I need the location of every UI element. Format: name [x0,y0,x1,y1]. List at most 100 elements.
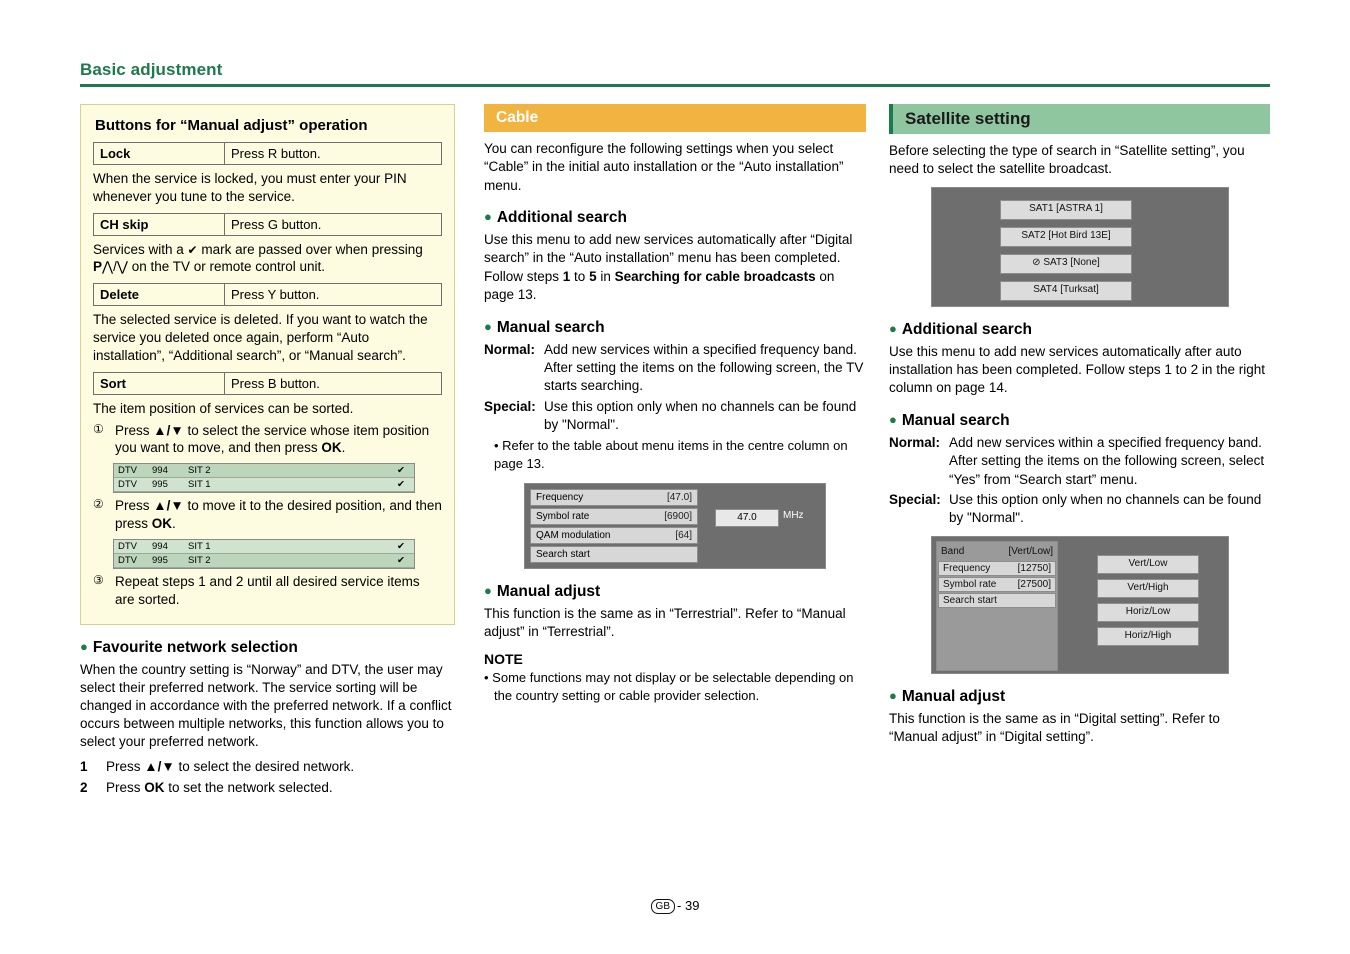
special-label: Special: [484,398,536,414]
column-center: Cable You can reconfigure the following … [484,104,866,705]
bullet-icon: ● [484,318,492,334]
screen-field-list: Frequency [47.0] Symbol rate [6900] QAM … [530,488,698,565]
page: Basic adjustment Buttons for “Manual adj… [0,0,1350,954]
step-text-b: to select the desired network. [174,759,355,775]
sat-manual-adjust-heading: ● Manual adjust [889,688,1270,706]
step-key-a: ▲/▼ [153,422,184,438]
band-option-vert-high: Vert/High [1097,578,1199,598]
step-text: Press ▲/▼ to select the desired network. [106,758,354,777]
step-text: Press OK to set the network selected. [106,779,333,798]
band-option-vert-low: Vert/Low [1097,554,1199,574]
table-row: DTV 995 SIT 2 ✔ [114,553,414,568]
satellite-manual-search-screen: Band [Vert/Low] Frequency [12750] Symbol… [931,535,1229,674]
heading-text: Additional search [901,320,1032,338]
sat2-button: SAT2 [Hot Bird 13E] [1000,226,1132,247]
table-row: CH skip Press G button. [93,212,442,236]
sat-additional-search-text: Use this menu to add new services automa… [889,343,1265,396]
sat-manual-adjust-text: This function is the same as in “Digital… [889,710,1220,744]
list-item: Symbol rate [27500] [938,576,1056,592]
step-text-c: . [172,515,176,531]
row-name: SIT 1 [188,479,211,491]
step-key: ▲/▼ [144,759,175,775]
normal-label: Normal: [889,434,941,450]
lock-value: Press R button. [224,142,442,165]
header-rule [80,84,1270,87]
heading-text: Manual search [496,318,605,336]
field-value: [47.0] [666,491,692,503]
table-row: Delete Press Y button. [93,283,442,307]
cable-normal-row: Normal: Add new services within a specif… [484,341,866,396]
prohibited-icon: ⊘ [1032,256,1041,268]
row-check-icon: ✔ [397,465,405,477]
sat-special-row: Special: Use this option only when no ch… [889,491,1270,528]
step-key-b: OK [321,440,342,456]
favourite-network-steps: 1 Press ▲/▼ to select the desired networ… [80,758,455,798]
step-number: ① [93,421,104,436]
cable-additional-search-text: Use this menu to add new services automa… [484,231,866,304]
step-key-b: OK [151,515,173,531]
field-label: Frequency [943,562,991,574]
bullet-icon: ● [889,320,897,336]
row-number: 995 [152,554,168,566]
cable-manual-search-heading: ● Manual search [484,319,866,337]
service-list-screen-before: DTV 994 SIT 2 ✔ DTV 995 SIT 1 ✔ [113,463,415,494]
column-right: Satellite setting Before selecting the t… [889,104,1270,748]
note-heading: NOTE [484,651,523,668]
footer-separator: - [677,898,682,913]
region-badge: GB [650,899,675,914]
manual-adjust-buttons-panel: Buttons for “Manual adjust” operation Lo… [80,104,455,626]
note-text: • Some functions may not display or be s… [484,670,854,704]
heading-text: Additional search [496,209,627,227]
row-type: DTV [118,465,137,477]
satellite-intro: Before selecting the type of search in “… [889,143,1245,177]
cable-special-row: Special: Use this option only when no ch… [484,398,866,435]
normal-text: Add new services within a specified freq… [949,434,1265,487]
row-type: DTV [118,540,137,552]
sort-description: The item position of services can be sor… [93,400,354,416]
list-item: Frequency [47.0] [530,488,698,506]
table-row: DTV 994 SIT 1 ✔ [114,539,414,554]
step-key: OK [144,780,165,796]
field-label: Symbol rate [943,578,997,590]
down-arrow-icon: ⋁ [116,259,128,275]
sort-row-table: Sort Press B button. [93,371,442,395]
step-number: 1 [80,759,88,775]
list-item: Symbol rate [6900] [530,507,698,525]
step-text-c: . [341,440,346,456]
heading-text: Manual search [901,411,1010,429]
cable-additional-search-heading: ● Additional search [484,209,866,227]
sort-steps-list-2: ② Press ▲/▼ to move it to the desired pos… [93,497,442,533]
special-label: Special: [889,491,941,507]
cable-manual-adjust-text: This function is the same as in “Terrest… [484,605,846,640]
text-mid: to [570,268,590,284]
row-number: 994 [152,540,168,552]
cable-manual-adjust-heading: ● Manual adjust [484,583,866,601]
sat-normal-row: Normal: Add new services within a specif… [889,434,1270,489]
page-footer: GB - 39 [0,898,1350,914]
sat-manual-search-heading: ● Manual search [889,412,1270,430]
field-label: Band [941,545,965,557]
check-mark-icon: ✔ [187,242,198,257]
normal-text: Add new services within a specified freq… [544,341,864,394]
bullet-icon: ● [484,582,492,598]
sat4-button: SAT4 [Turksat] [1000,280,1132,301]
row-number: 994 [152,465,168,477]
row-name: SIT 2 [188,554,211,566]
page-title: Basic adjustment [80,60,223,79]
sat3-button: ⊘ SAT3 [None] [1000,253,1132,274]
step-number: 2 [80,780,88,796]
chskip-key: CH skip [93,212,225,236]
special-text: Use this option only when no channels ca… [949,491,1262,526]
list-item: 1 Press ▲/▼ to select the desired networ… [80,758,455,777]
service-list-screen-after: DTV 994 SIT 1 ✔ DTV 995 SIT 2 ✔ [113,538,415,569]
field-value: [6900] [664,510,692,522]
list-item: 2 Press OK to set the network selected. [80,779,455,798]
field-value: [64] [675,529,692,541]
section-ref: Searching for cable broadcasts [614,268,816,284]
favourite-network-heading: ● Favourite network selection [80,639,455,657]
cable-special-note: • Refer to the table about menu items in… [494,438,848,471]
step-number: ② [93,497,104,512]
frequency-unit: MHz [783,509,804,521]
row-type: DTV [118,479,137,491]
lock-row-table: Lock Press R button. [93,142,442,165]
